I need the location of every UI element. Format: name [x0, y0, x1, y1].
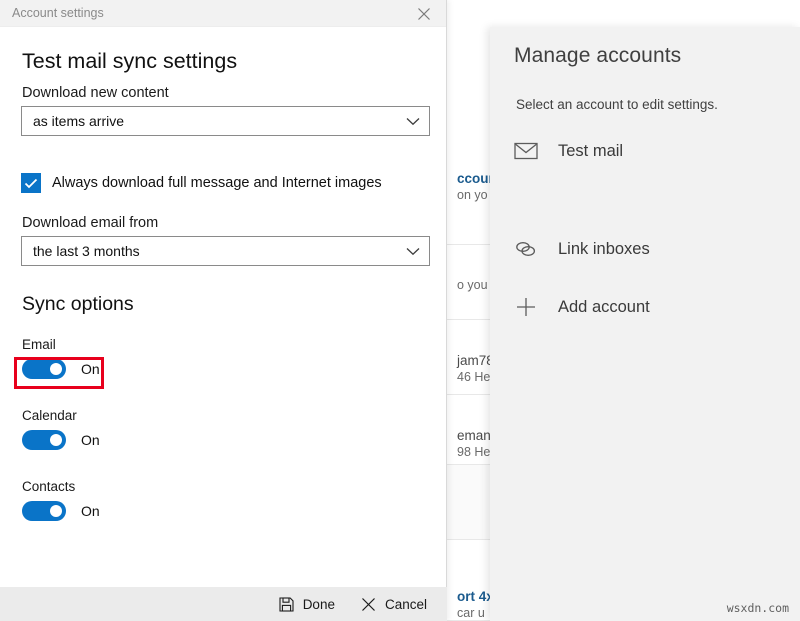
- link-icon: [506, 233, 546, 265]
- close-icon: [361, 597, 376, 612]
- calendar-sync-state: On: [81, 432, 100, 448]
- switch-knob: [50, 434, 62, 446]
- download-new-content-value: as items arrive: [33, 113, 124, 129]
- contacts-sync-switch[interactable]: [22, 501, 66, 521]
- panel-title: Manage accounts: [514, 44, 681, 68]
- email-sync-switch[interactable]: [22, 359, 66, 379]
- dialog-titlebar: Account settings: [0, 0, 446, 27]
- sync-toggle-contacts: Contacts On: [22, 479, 100, 521]
- dialog-body: Test mail sync settings Download new con…: [0, 27, 446, 587]
- account-item-label: Test mail: [558, 142, 623, 161]
- download-email-from-select[interactable]: the last 3 months: [21, 236, 430, 266]
- panel-subtitle: Select an account to edit settings.: [516, 97, 718, 112]
- add-account-button[interactable]: Add account: [506, 287, 782, 327]
- account-item-test-mail[interactable]: Test mail: [506, 131, 782, 171]
- contacts-sync-state: On: [81, 503, 100, 519]
- plus-icon: [506, 291, 546, 323]
- link-inboxes-button[interactable]: Link inboxes: [506, 229, 782, 269]
- screenshot-root: ccoun on yo o you jam78 46 He eman 98 He…: [0, 0, 800, 621]
- sync-options-heading: Sync options: [22, 293, 134, 316]
- chevron-down-icon: [406, 247, 420, 256]
- email-sync-state: On: [81, 361, 100, 377]
- cancel-button[interactable]: Cancel: [348, 592, 440, 617]
- dialog-footer: Done Cancel: [0, 587, 447, 621]
- close-icon[interactable]: [402, 0, 446, 27]
- account-settings-dialog: Account settings Test mail sync settings…: [0, 0, 447, 621]
- done-button[interactable]: Done: [266, 592, 348, 617]
- manage-accounts-panel: Manage accounts Select an account to edi…: [490, 27, 800, 621]
- link-inboxes-label: Link inboxes: [558, 240, 650, 259]
- chevron-down-icon: [406, 117, 420, 126]
- dialog-title: Account settings: [12, 6, 104, 20]
- calendar-sync-switch[interactable]: [22, 430, 66, 450]
- sync-toggle-calendar-label: Calendar: [22, 408, 100, 423]
- download-new-content-label: Download new content: [22, 85, 169, 101]
- always-download-checkbox-row[interactable]: Always download full message and Interne…: [21, 173, 382, 193]
- switch-knob: [50, 505, 62, 517]
- mail-envelope-icon: [506, 135, 546, 167]
- sync-toggle-contacts-label: Contacts: [22, 479, 100, 494]
- switch-knob: [50, 363, 62, 375]
- save-icon: [279, 597, 294, 612]
- sync-toggle-email-label: Email: [22, 337, 100, 352]
- sync-toggle-calendar: Calendar On: [22, 408, 100, 450]
- always-download-checkbox[interactable]: [21, 173, 41, 193]
- page-title: Test mail sync settings: [22, 49, 237, 74]
- always-download-label: Always download full message and Interne…: [52, 175, 382, 191]
- watermark: wsxdn.com: [727, 601, 789, 615]
- add-account-label: Add account: [558, 298, 650, 317]
- sync-toggle-email: Email On: [22, 337, 100, 379]
- download-email-from-value: the last 3 months: [33, 243, 140, 259]
- download-email-from-label: Download email from: [22, 215, 158, 231]
- cancel-label: Cancel: [385, 597, 427, 612]
- done-label: Done: [303, 597, 335, 612]
- download-new-content-select[interactable]: as items arrive: [21, 106, 430, 136]
